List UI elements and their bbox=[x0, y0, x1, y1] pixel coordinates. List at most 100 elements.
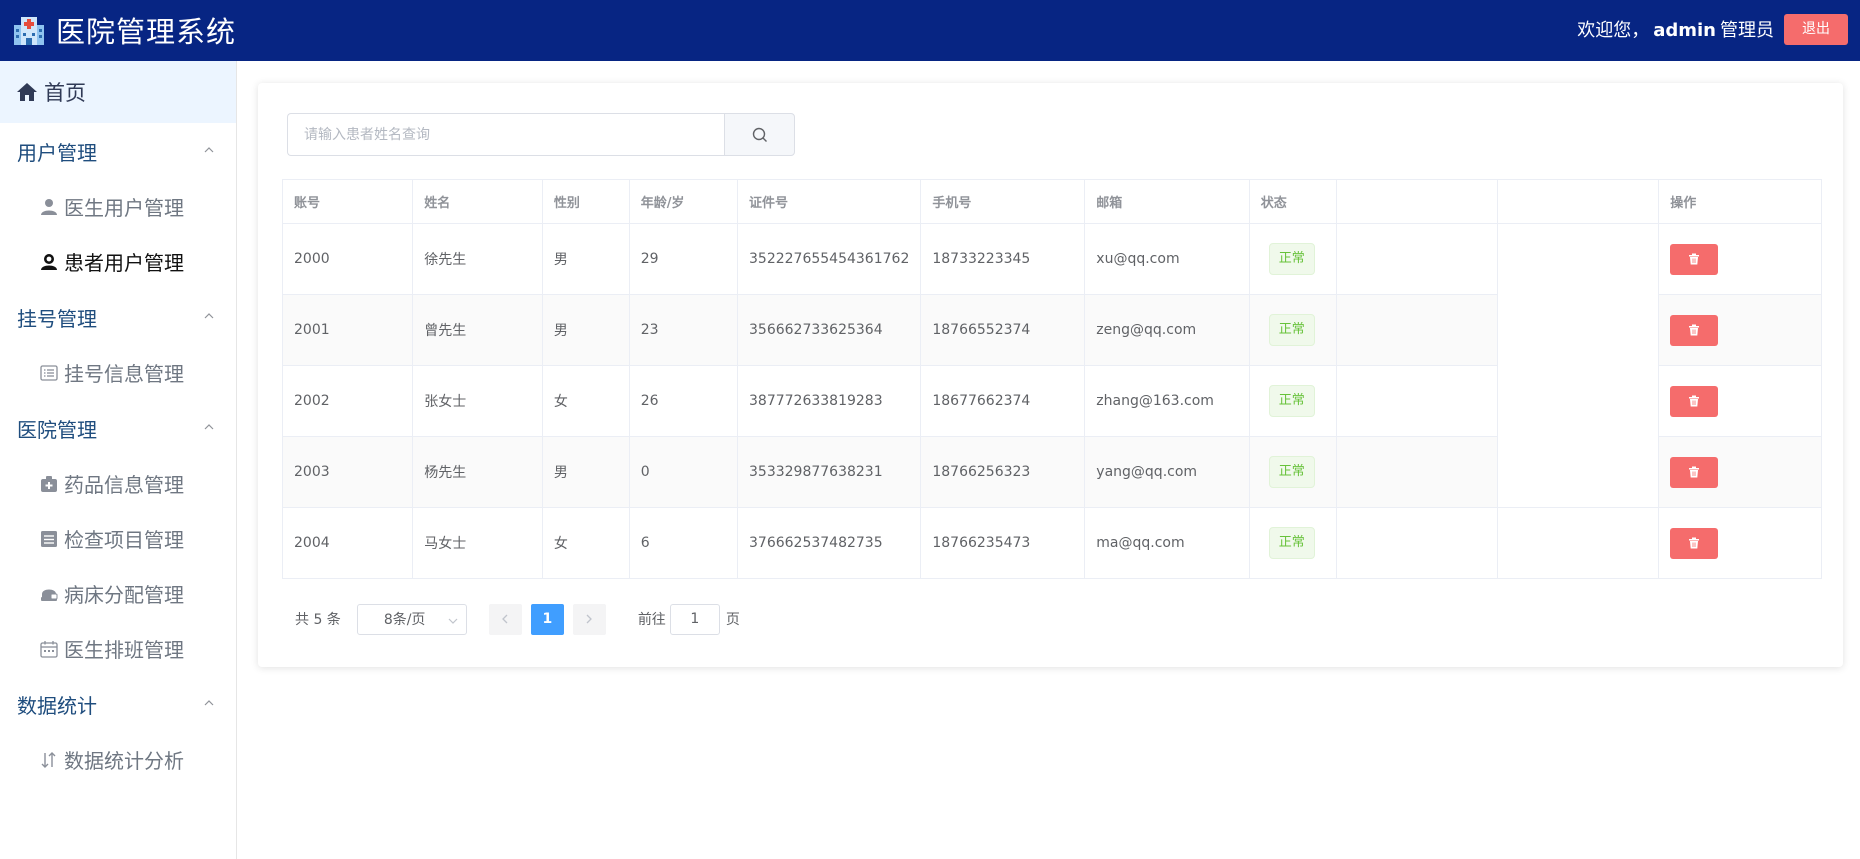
sort-icon bbox=[41, 751, 56, 768]
cell-name: 杨先生 bbox=[412, 436, 543, 508]
chevron-up-icon bbox=[204, 424, 214, 430]
user-role: 管理员 bbox=[1720, 20, 1774, 41]
cell-gender: 女 bbox=[541, 507, 630, 579]
cell-blank bbox=[1497, 436, 1660, 508]
cell-email: zhang@163.com bbox=[1084, 365, 1250, 437]
cell-phone: 18733223345 bbox=[920, 223, 1086, 295]
sidebar-item-bed-allocation[interactable]: 病床分配管理 bbox=[0, 566, 236, 621]
sidebar-item-label: 首页 bbox=[44, 81, 86, 105]
cell-blank bbox=[1497, 365, 1660, 437]
delete-button[interactable] bbox=[1670, 456, 1719, 488]
cell-account: 2003 bbox=[281, 436, 414, 508]
prev-page-button[interactable] bbox=[488, 603, 522, 635]
chevron-up-icon bbox=[204, 147, 214, 153]
cell-account: 2000 bbox=[281, 223, 414, 295]
sidebar-item-medicine-info[interactable]: 药品信息管理 bbox=[0, 456, 236, 511]
sidebar-item-doctor-schedule[interactable]: 医生排班管理 bbox=[0, 621, 236, 676]
next-page-button[interactable] bbox=[572, 603, 606, 635]
document-icon bbox=[41, 530, 57, 547]
medicine-box-icon bbox=[41, 475, 57, 492]
sidebar-group-label: 用户管理 bbox=[17, 140, 97, 165]
delete-button[interactable] bbox=[1670, 385, 1719, 417]
table-header-row: 账号 姓名 性别 年龄/岁 证件号 手机号 邮箱 状态 操作 bbox=[281, 179, 1822, 224]
cell-status: 正常 bbox=[1248, 294, 1338, 366]
trash-icon bbox=[1689, 537, 1700, 549]
cell-actions bbox=[1658, 436, 1822, 508]
cell-name: 马女士 bbox=[412, 507, 543, 579]
patient-table: 账号 姓名 性别 年龄/岁 证件号 手机号 邮箱 状态 操作 2000 徐先生 … bbox=[281, 179, 1822, 579]
sidebar-item-doctor-users[interactable]: 医生用户管理 bbox=[0, 179, 236, 234]
sidebar: 首页 用户管理 医生用户管理 患者用户管理 挂号管理 挂号信息管理 医院管理 药… bbox=[0, 61, 237, 859]
sidebar-item-exam-items[interactable]: 检查项目管理 bbox=[0, 511, 236, 566]
cell-actions bbox=[1658, 365, 1822, 437]
sidebar-item-label: 医生排班管理 bbox=[64, 638, 184, 662]
column-header-blank-1 bbox=[1336, 179, 1499, 224]
sidebar-group-label: 挂号管理 bbox=[17, 306, 97, 331]
cell-name: 张女士 bbox=[412, 365, 543, 437]
cell-phone: 18766256323 bbox=[920, 436, 1086, 508]
table-row: 2003 杨先生 男 0 353329877638231 18766256323… bbox=[281, 436, 1822, 508]
goto-page-input[interactable] bbox=[669, 603, 720, 635]
sidebar-item-data-analysis[interactable]: 数据统计分析 bbox=[0, 732, 236, 787]
cell-age: 23 bbox=[628, 294, 739, 366]
sidebar-item-label: 数据统计分析 bbox=[64, 749, 184, 773]
table-row: 2001 曾先生 男 23 356662733625364 1876655237… bbox=[281, 294, 1822, 366]
cell-status: 正常 bbox=[1248, 507, 1338, 579]
sidebar-group-hospital[interactable]: 医院管理 bbox=[0, 400, 236, 456]
chevron-up-icon bbox=[204, 313, 214, 319]
delete-button[interactable] bbox=[1670, 527, 1719, 559]
cell-blank bbox=[1336, 436, 1499, 508]
search-button[interactable] bbox=[724, 113, 795, 156]
trash-icon bbox=[1689, 253, 1700, 265]
delete-button[interactable] bbox=[1670, 243, 1719, 275]
cell-email: ma@qq.com bbox=[1084, 507, 1250, 579]
status-badge: 正常 bbox=[1268, 456, 1315, 488]
sidebar-item-label: 挂号信息管理 bbox=[64, 362, 184, 386]
cell-actions bbox=[1658, 223, 1822, 295]
cell-phone: 18766552374 bbox=[920, 294, 1086, 366]
cell-id-number: 387772633819283 bbox=[737, 365, 922, 437]
column-header-id-number: 证件号 bbox=[737, 179, 922, 224]
page-number-1[interactable]: 1 bbox=[530, 603, 564, 635]
trash-icon bbox=[1689, 324, 1700, 336]
page-size-select[interactable]: 8条/页 bbox=[356, 603, 467, 635]
status-badge: 正常 bbox=[1268, 527, 1315, 559]
cell-age: 29 bbox=[628, 223, 739, 295]
sidebar-group-statistics[interactable]: 数据统计 bbox=[0, 676, 236, 732]
app-title: 医院管理系统 bbox=[56, 15, 237, 49]
sidebar-group-label: 数据统计 bbox=[17, 693, 97, 718]
chevron-left-icon bbox=[502, 614, 508, 624]
cell-blank bbox=[1497, 223, 1660, 295]
doctor-user-icon bbox=[41, 198, 57, 215]
sidebar-group-label: 医院管理 bbox=[17, 417, 97, 442]
sidebar-item-label: 药品信息管理 bbox=[64, 473, 184, 497]
search-bar bbox=[287, 113, 795, 156]
search-input[interactable] bbox=[287, 113, 724, 156]
status-badge: 正常 bbox=[1268, 243, 1315, 275]
sidebar-item-patient-users[interactable]: 患者用户管理 bbox=[0, 234, 236, 289]
sidebar-item-label: 患者用户管理 bbox=[64, 251, 184, 275]
column-header-actions: 操作 bbox=[1658, 179, 1822, 224]
cell-status: 正常 bbox=[1248, 436, 1338, 508]
cell-actions bbox=[1658, 294, 1822, 366]
search-icon bbox=[752, 127, 767, 142]
cell-blank bbox=[1336, 223, 1499, 295]
sidebar-group-registration[interactable]: 挂号管理 bbox=[0, 289, 236, 345]
delete-button[interactable] bbox=[1670, 314, 1719, 346]
cell-age: 26 bbox=[628, 365, 739, 437]
sidebar-item-home[interactable]: 首页 bbox=[0, 61, 236, 123]
trash-icon bbox=[1689, 395, 1700, 407]
cell-gender: 女 bbox=[541, 365, 630, 437]
chevron-down-icon bbox=[448, 618, 458, 624]
column-header-age: 年龄/岁 bbox=[628, 179, 739, 224]
sidebar-item-label: 医生用户管理 bbox=[64, 196, 184, 220]
sidebar-item-registration-info[interactable]: 挂号信息管理 bbox=[0, 345, 236, 400]
column-header-phone: 手机号 bbox=[920, 179, 1086, 224]
sidebar-group-user[interactable]: 用户管理 bbox=[0, 123, 236, 179]
pagination: 共 5 条 8条/页 1 前往 页 bbox=[295, 603, 740, 635]
goto-label: 前往 bbox=[637, 612, 666, 628]
cell-account: 2002 bbox=[281, 365, 414, 437]
cell-gender: 男 bbox=[541, 436, 630, 508]
logout-button[interactable]: 退出 bbox=[1784, 13, 1848, 45]
cell-account: 2001 bbox=[281, 294, 414, 366]
